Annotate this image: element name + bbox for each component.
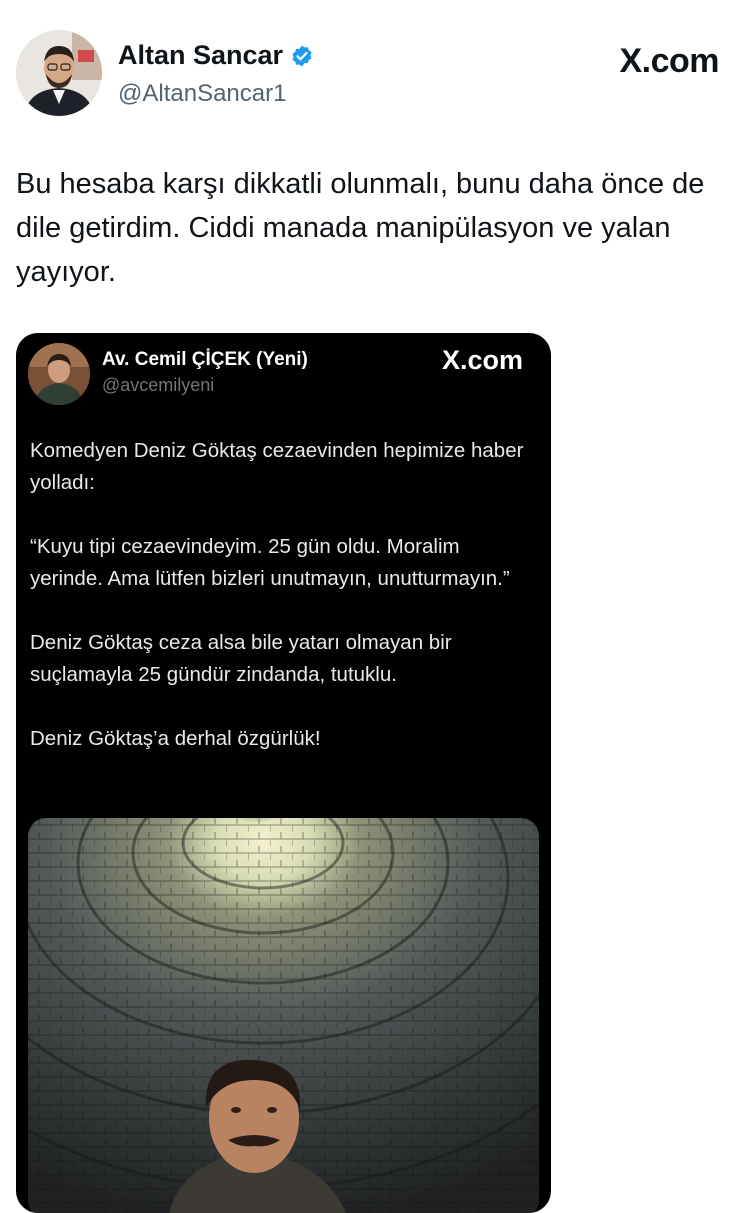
quoted-paragraph: “Kuyu tipi cezaevindeyim. 25 gün oldu. M… bbox=[30, 535, 510, 590]
author-handle[interactable]: @AltanSancar1 bbox=[118, 80, 286, 108]
quoted-author-name: Av. Cemil ÇİÇEK (Yeni) bbox=[102, 349, 308, 370]
quoted-tweet-image[interactable] bbox=[28, 818, 539, 1213]
author-name[interactable]: Altan Sancar bbox=[118, 40, 283, 71]
quoted-paragraph: Komedyen Deniz Göktaş cezaevinden hepimi… bbox=[30, 439, 524, 494]
quoted-paragraph: Deniz Göktaş’a derhal özgürlük! bbox=[30, 727, 321, 750]
quoted-paragraph: Deniz Göktaş ceza alsa bile yatarı olmay… bbox=[30, 631, 452, 686]
tweet-text: Bu hesaba karşı dikkatli olunmalı, bunu … bbox=[16, 168, 705, 288]
verified-badge-icon bbox=[292, 45, 312, 66]
x-com-logo: X.com bbox=[619, 42, 719, 80]
quoted-author-handle: @avcemilyeni bbox=[102, 375, 215, 395]
author-avatar[interactable] bbox=[16, 30, 102, 116]
quoted-tweet-body: Komedyen Deniz Göktaş cezaevinden hepimi… bbox=[30, 435, 535, 787]
tweet-header: Altan Sancar @AltanSancar1 X.com bbox=[16, 30, 719, 120]
author-name-row: Altan Sancar bbox=[118, 40, 314, 71]
quoted-author-avatar bbox=[28, 343, 90, 405]
quoted-tweet-screenshot[interactable]: Av. Cemil ÇİÇEK (Yeni) @avcemilyeni X.co… bbox=[16, 333, 551, 1213]
quoted-x-com-logo: X.com bbox=[441, 345, 523, 375]
